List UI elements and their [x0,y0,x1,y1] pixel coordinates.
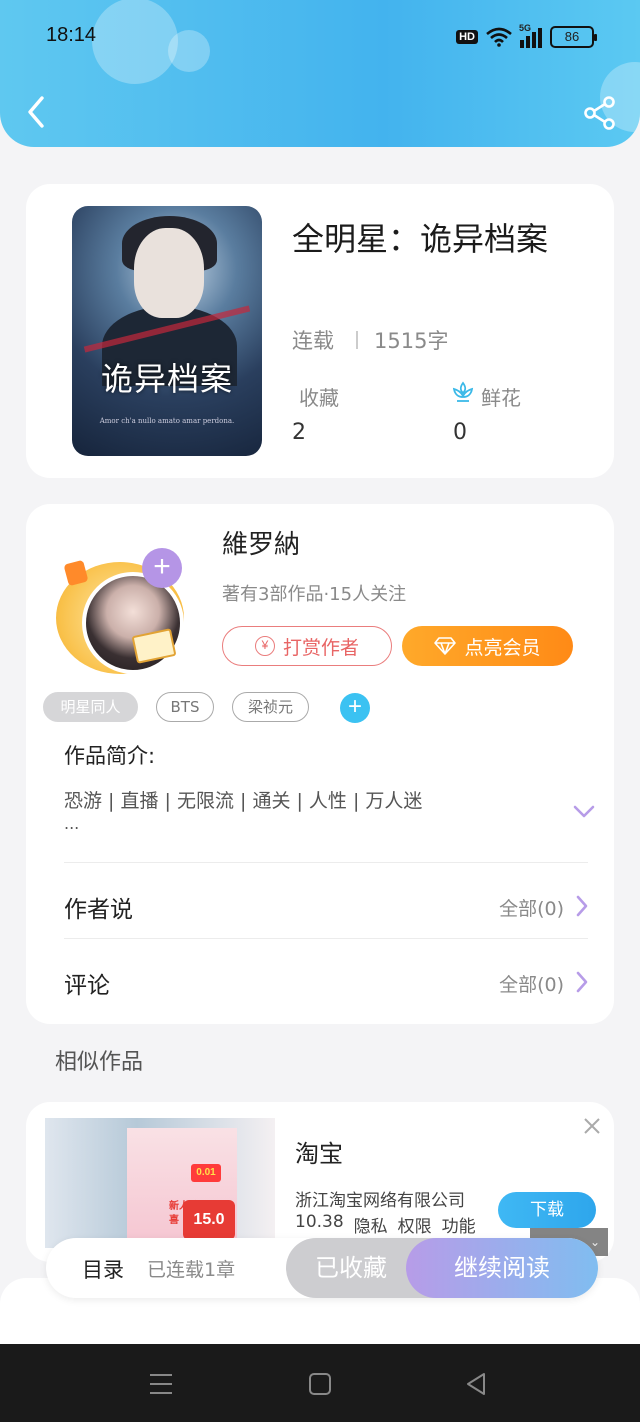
serial-status: 连载 [292,329,334,353]
toc-button[interactable]: 目录 [82,1254,124,1284]
download-button[interactable]: 下载 [498,1192,596,1228]
reward-label: 打赏作者 [282,636,359,659]
favorites-value: 2 [292,420,306,445]
ad-image[interactable]: 0.01 新人惊喜 15.0 [45,1118,275,1248]
intro-label: 作品简介: [64,744,156,768]
comments-label[interactable]: 评论 [64,966,110,1000]
intro-text: 恐游 | 直播 | 无限流 | 通关 | 人性 | 万人迷 [64,790,423,812]
reward-author-button[interactable]: ¥ 打赏作者 [222,626,392,666]
home-icon[interactable] [305,1370,335,1398]
flowers-label: 鲜花 [481,386,521,410]
status-time: 18:14 [46,24,97,46]
continue-reading-button[interactable]: 继续阅读 [406,1238,598,1298]
author-note-label[interactable]: 作者说 [64,890,133,924]
book-cover[interactable]: 诡异档案 Amor ch'a nullo amato amar perdona. [72,206,262,456]
ad-image-price: 0.01 [191,1164,221,1182]
divider [64,938,588,939]
comments-all[interactable]: 全部(0) [499,970,564,997]
coin-icon: ¥ [254,636,275,656]
tag-item[interactable]: 明星同人 [43,692,138,722]
battery-icon: 86 [550,26,597,48]
toc-chapter-count[interactable]: 已连载1章 [147,1255,235,1282]
wifi-icon [486,27,512,47]
decorative-bubble [168,30,210,72]
cover-subtitle: Amor ch'a nullo amato amar perdona. [99,417,235,425]
follow-author-button[interactable]: + [142,548,182,588]
divider [64,862,588,863]
back-icon[interactable] [22,92,50,132]
vip-button[interactable]: 点亮会员 [402,626,573,666]
flowers-value: 0 [453,420,467,445]
flower-icon [452,381,474,402]
cover-title: 诡异档案 [100,360,233,398]
ad-app-name: 淘宝 [295,1140,343,1168]
diamond-icon [434,637,457,655]
book-status-row: 连载 1515字 [292,325,448,355]
share-icon[interactable] [584,96,616,130]
add-tag-button[interactable]: + [340,693,370,723]
ad-permissions-link[interactable]: 权限 [398,1212,432,1237]
hd-icon: HD [456,30,478,44]
chevron-down-icon[interactable] [572,800,596,824]
tag-item[interactable]: 梁祯元 [232,692,309,722]
avatar [82,572,184,674]
intro-ellipsis: ... [64,814,80,833]
ad-features-link[interactable]: 功能 [442,1212,476,1237]
chevron-right-icon[interactable] [574,894,590,918]
signal-icon: 5G [519,23,542,48]
menu-icon[interactable] [146,1370,176,1398]
header [0,0,640,147]
close-icon[interactable] [582,1116,602,1136]
ad-image-amount: 15.0 [183,1200,235,1240]
favorites-label: 收藏 [299,386,339,410]
book-title: 全明星：诡异档案 [292,220,549,258]
status-icons: HD 5G 86 [456,23,597,50]
word-count: 1515字 [374,329,449,353]
chevron-right-icon[interactable] [574,970,590,994]
vip-label: 点亮会员 [464,636,541,659]
ad-privacy-link[interactable]: 隐私 [354,1212,388,1237]
ad-version: 10.38 [295,1212,344,1232]
ad-info-row: 10.38 隐私 权限 功能 [295,1212,476,1237]
author-note-all[interactable]: 全部(0) [499,894,564,921]
decorative-bubble [92,0,178,84]
author-meta: 著有3部作品·15人关注 [222,584,407,605]
author-name[interactable]: 維罗納 [222,524,300,561]
back-triangle-icon[interactable] [462,1370,492,1398]
divider [356,331,358,349]
tag-item[interactable]: BTS [156,692,214,722]
similar-works-heading: 相似作品 [55,1050,144,1075]
network-type: 5G [519,23,532,33]
ad-company: 浙江淘宝网络有限公司 [295,1191,465,1211]
